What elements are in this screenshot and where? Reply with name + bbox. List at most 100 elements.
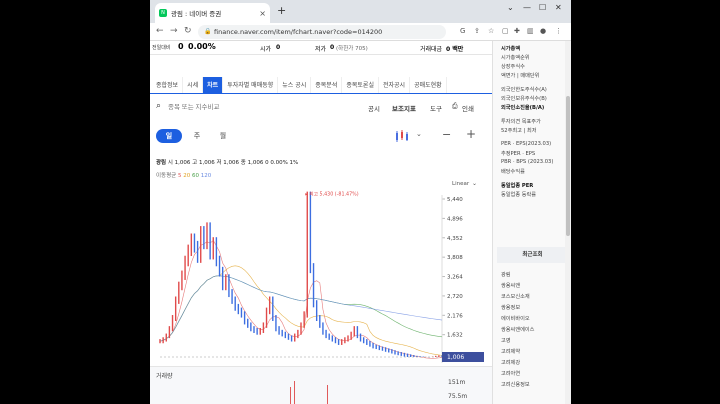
chevron-down-icon[interactable]: ⌄ xyxy=(416,130,422,138)
y-tick-label: 4,352 xyxy=(447,236,463,242)
zoom-in-icon[interactable]: + xyxy=(466,127,476,141)
y-tick-label: 3,808 xyxy=(447,255,463,261)
reader-icon[interactable]: ▢ xyxy=(502,27,509,35)
sidebar-item: 배당수익률 xyxy=(501,169,525,175)
ohlc-info: 광림 시 1,006 고 1,006 저 1,006 종 1,006 0 0.0… xyxy=(156,158,298,166)
maximize-icon[interactable]: ☐ xyxy=(539,3,546,12)
minimize-icon[interactable]: — xyxy=(523,3,531,12)
tab-menu-7[interactable]: 전자공시 xyxy=(379,77,411,93)
open-label: 시가 xyxy=(260,46,272,53)
volume-tick: 151m xyxy=(448,379,466,386)
sidebar-item: 52주최고 | 최저 xyxy=(501,128,537,134)
sidepanel-icon[interactable]: ▥ xyxy=(527,27,534,35)
print-label[interactable]: 인쇄 xyxy=(462,103,474,113)
sidebar-item: 상장주식수 xyxy=(501,64,525,70)
link-indicators[interactable]: 보조지표 xyxy=(392,103,416,113)
recent-item[interactable]: 고려제강 xyxy=(501,359,520,366)
ma-20: 20 xyxy=(183,173,191,179)
print-icon[interactable]: ⎙ xyxy=(452,102,458,111)
star-icon[interactable]: ☆ xyxy=(488,27,494,35)
volume-bar xyxy=(327,385,328,404)
scrollbar[interactable] xyxy=(565,41,571,404)
volume-label: 거래량 xyxy=(156,373,173,380)
sidebar-item: 투자의견 목표주가 xyxy=(501,119,541,125)
stock-menu: 종합정보 시세 차트 투자자별 매매동향 뉴스 공시 종목분석 종목토론실 전자공시 공매도현황 xyxy=(150,77,492,94)
search-row: ⌕ 공시 보조지표 도구 ⎙ 인쇄 xyxy=(150,97,492,119)
volume-bar xyxy=(294,381,295,404)
url-field[interactable]: 🔒 finance.naver.com/item/fchart.naver?co… xyxy=(198,25,446,39)
tab-menu-1[interactable]: 시세 xyxy=(183,77,204,93)
back-icon[interactable]: ← xyxy=(156,26,164,36)
profile-icon[interactable]: ● xyxy=(540,27,546,35)
page-content: 전일대비 0 0.00% 시가 0 저가 0 (하한가 705) 거래대금 0 … xyxy=(150,41,571,404)
extension-icon[interactable]: ✚ xyxy=(514,27,520,35)
open-value: 0 xyxy=(276,44,281,51)
forward-icon[interactable]: → xyxy=(170,26,178,36)
browser-tab[interactable]: N 광림 : 네이버 증권 × xyxy=(155,3,270,23)
scrollbar-thumb[interactable] xyxy=(566,96,570,236)
recent-item[interactable]: 에이비바이오 xyxy=(501,315,530,322)
recent-item[interactable]: 고려제약 xyxy=(501,348,520,355)
recent-item[interactable]: 광림 xyxy=(501,271,511,278)
menu-icon[interactable]: ⋮ xyxy=(555,27,562,35)
y-tick-label: 5,440 xyxy=(447,197,463,203)
sidebar-item: 동일업종 등락률 xyxy=(501,192,537,198)
tab-monthly[interactable]: 월 xyxy=(210,129,236,143)
ratio-label: 전일대비 xyxy=(152,45,171,51)
recent-item[interactable]: 쌍용정보 xyxy=(501,304,520,311)
tab-menu-2[interactable]: 차트 xyxy=(203,77,224,93)
new-tab-icon[interactable]: + xyxy=(277,4,286,17)
tab-menu-6[interactable]: 종목토론실 xyxy=(342,77,379,93)
address-bar: ← → ↻ 🔒 finance.naver.com/item/fchart.na… xyxy=(150,23,571,41)
ma-20-line xyxy=(159,265,443,356)
recent-item[interactable]: 쌍용씨앤에이스 xyxy=(501,326,534,333)
low-label: 저가 xyxy=(315,46,327,53)
naver-favicon-icon: N xyxy=(159,9,167,17)
volume-tick-2: 75.5m xyxy=(448,393,468,400)
recent-title: 최근조회 xyxy=(497,247,568,263)
recent-item[interactable]: 고려아연 xyxy=(501,370,520,377)
chevron-down-icon[interactable]: ⌄ xyxy=(507,3,514,12)
recent-item[interactable]: 고려신용정보 xyxy=(501,381,530,388)
sidebar-item: PER · EPS(2023.03) xyxy=(501,141,552,147)
tab-menu-0[interactable]: 종합정보 xyxy=(152,77,184,93)
moving-average-legend: 이동평균 5 20 60 120 xyxy=(156,171,211,179)
change-pct: 0.00% xyxy=(188,42,216,51)
tab-menu-3[interactable]: 투자자별 매매동향 xyxy=(223,77,279,93)
lock-icon: 🔒 xyxy=(204,28,212,35)
sidebar-item: 외국인한도주식수(A) xyxy=(501,87,547,93)
close-window-icon[interactable]: ✕ xyxy=(555,3,562,12)
recent-item[interactable]: 고영 xyxy=(501,337,511,344)
tab-menu-4[interactable]: 뉴스 공시 xyxy=(278,77,312,93)
low-value: 0 xyxy=(330,44,335,51)
ohlc-text: 시 1,006 고 1,006 저 1,006 종 1,006 0 0.00% … xyxy=(167,160,299,166)
low-limit: (하한가 705) xyxy=(336,46,368,52)
close-tab-icon[interactable]: × xyxy=(259,9,266,18)
y-tick-label: 3,264 xyxy=(447,275,463,281)
sidebar-item: PBR · BPS (2023.03) xyxy=(501,159,554,165)
google-icon[interactable]: G xyxy=(460,27,465,35)
recent-item[interactable]: 코스모신소재 xyxy=(501,293,530,300)
sidebar-item: 액면가 | 매매단위 xyxy=(501,73,540,79)
period-row: 일 주 월 ⌄ − + xyxy=(150,127,492,147)
share-icon[interactable]: ⇪ xyxy=(474,27,480,35)
y-tick-label: 1,632 xyxy=(447,333,463,339)
sidebar-item: 동일업종 PER xyxy=(501,183,534,189)
y-tick-label: 2,720 xyxy=(447,294,463,300)
max-annotation: ▸ 최고 5,430 (-81.47%) xyxy=(305,190,358,197)
link-tools[interactable]: 도구 xyxy=(430,103,442,113)
compare-search-input[interactable] xyxy=(168,101,268,113)
tab-menu-5[interactable]: 종목분석 xyxy=(311,77,343,93)
tab-menu-8[interactable]: 공매도현황 xyxy=(410,77,447,93)
sidebar-item: 외국인소진율(B/A) xyxy=(501,105,545,111)
reload-icon[interactable]: ↻ xyxy=(184,26,192,36)
candle-chart-icon[interactable] xyxy=(394,129,410,143)
y-tick-label: 2,176 xyxy=(447,313,463,319)
tab-weekly[interactable]: 주 xyxy=(184,129,210,143)
price-chart[interactable]: Linear ⌄ 5,440 4,896 4,352 3,808 3,264 2,720 2… xyxy=(150,180,492,366)
recent-item[interactable]: 쌍용씨앤 xyxy=(501,282,520,289)
zoom-out-icon[interactable]: − xyxy=(442,128,451,141)
link-disclosure[interactable]: 공시 xyxy=(368,103,380,113)
ma-5: 5 xyxy=(178,173,182,179)
tab-daily[interactable]: 일 xyxy=(156,129,182,143)
